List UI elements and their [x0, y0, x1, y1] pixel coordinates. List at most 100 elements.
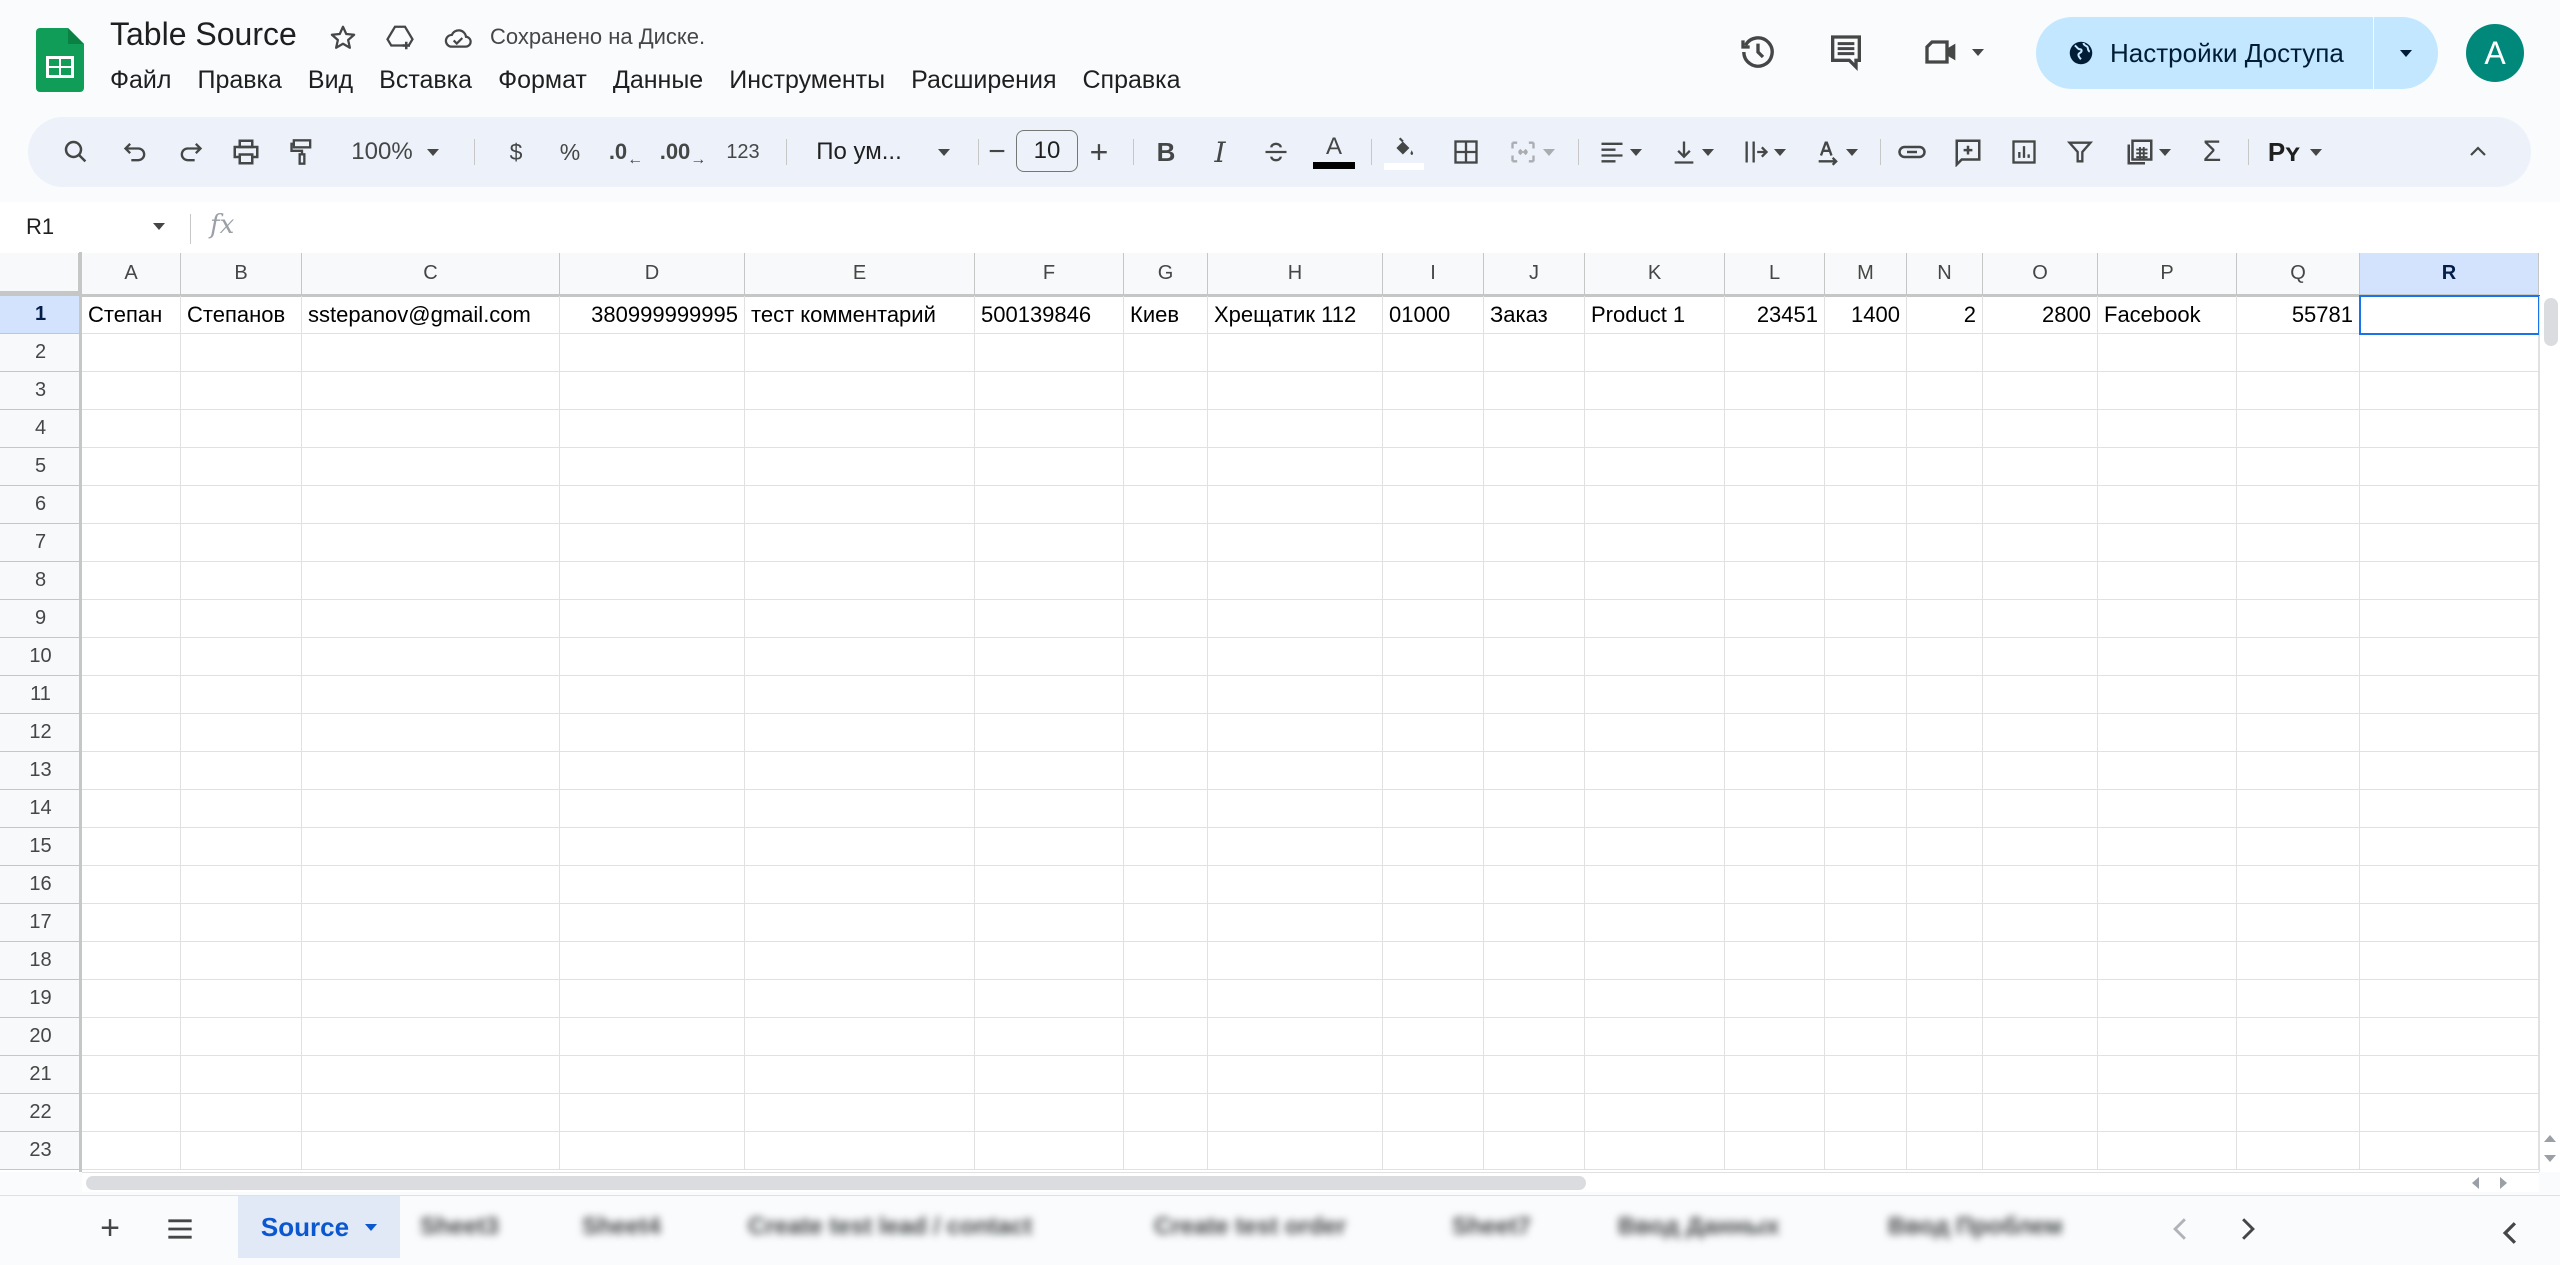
cell-a10[interactable] — [82, 638, 181, 676]
cell-a5[interactable] — [82, 448, 181, 486]
cell-d16[interactable] — [560, 866, 745, 904]
column-header-h[interactable]: H — [1208, 253, 1383, 295]
cell-k19[interactable] — [1585, 980, 1725, 1018]
cell-n4[interactable] — [1907, 410, 1983, 448]
cell-p21[interactable] — [2098, 1056, 2237, 1094]
cell-r4[interactable] — [2360, 410, 2539, 448]
cell-r13[interactable] — [2360, 752, 2539, 790]
cell-j4[interactable] — [1484, 410, 1585, 448]
row-header-12[interactable]: 12 — [0, 714, 82, 752]
cell-d7[interactable] — [560, 524, 745, 562]
cell-o16[interactable] — [1983, 866, 2098, 904]
cell-i11[interactable] — [1383, 676, 1484, 714]
cell-n2[interactable] — [1907, 334, 1983, 372]
cell-o12[interactable] — [1983, 714, 2098, 752]
cell-c19[interactable] — [302, 980, 560, 1018]
formula-input[interactable] — [250, 210, 2530, 244]
cell-f11[interactable] — [975, 676, 1124, 714]
cell-k4[interactable] — [1585, 410, 1725, 448]
cell-r6[interactable] — [2360, 486, 2539, 524]
cell-l17[interactable] — [1725, 904, 1825, 942]
row-header-21[interactable]: 21 — [0, 1056, 82, 1094]
cell-d15[interactable] — [560, 828, 745, 866]
cell-o13[interactable] — [1983, 752, 2098, 790]
cell-e9[interactable] — [745, 600, 975, 638]
cell-a21[interactable] — [82, 1056, 181, 1094]
column-header-j[interactable]: J — [1484, 253, 1585, 295]
cell-r14[interactable] — [2360, 790, 2539, 828]
menu-help[interactable]: Справка — [1070, 62, 1194, 98]
cell-h20[interactable] — [1208, 1018, 1383, 1056]
column-header-m[interactable]: M — [1825, 253, 1907, 295]
cell-a9[interactable] — [82, 600, 181, 638]
cell-p19[interactable] — [2098, 980, 2237, 1018]
row-header-11[interactable]: 11 — [0, 676, 82, 714]
cell-r8[interactable] — [2360, 562, 2539, 600]
cell-i1[interactable]: 01000 — [1383, 296, 1484, 334]
cell-m1[interactable]: 1400 — [1825, 296, 1907, 334]
cell-b3[interactable] — [181, 372, 302, 410]
cell-g12[interactable] — [1124, 714, 1208, 752]
cell-g6[interactable] — [1124, 486, 1208, 524]
cell-n16[interactable] — [1907, 866, 1983, 904]
cell-e13[interactable] — [745, 752, 975, 790]
cell-k16[interactable] — [1585, 866, 1725, 904]
cell-k18[interactable] — [1585, 942, 1725, 980]
cell-g4[interactable] — [1124, 410, 1208, 448]
cell-m14[interactable] — [1825, 790, 1907, 828]
cell-c13[interactable] — [302, 752, 560, 790]
star-icon[interactable] — [325, 20, 361, 56]
cell-p7[interactable] — [2098, 524, 2237, 562]
cell-i14[interactable] — [1383, 790, 1484, 828]
cell-e3[interactable] — [745, 372, 975, 410]
cell-d2[interactable] — [560, 334, 745, 372]
filter-icon[interactable] — [2060, 117, 2100, 187]
cell-c5[interactable] — [302, 448, 560, 486]
cell-h8[interactable] — [1208, 562, 1383, 600]
cell-n3[interactable] — [1907, 372, 1983, 410]
cell-n18[interactable] — [1907, 942, 1983, 980]
cell-a11[interactable] — [82, 676, 181, 714]
cell-d3[interactable] — [560, 372, 745, 410]
cell-g11[interactable] — [1124, 676, 1208, 714]
meet-button[interactable] — [1918, 30, 1988, 74]
cell-g23[interactable] — [1124, 1132, 1208, 1170]
cell-b22[interactable] — [181, 1094, 302, 1132]
account-avatar[interactable]: A — [2466, 24, 2524, 82]
cell-k10[interactable] — [1585, 638, 1725, 676]
cell-g16[interactable] — [1124, 866, 1208, 904]
row-header-16[interactable]: 16 — [0, 866, 82, 904]
cell-c23[interactable] — [302, 1132, 560, 1170]
cell-f1[interactable]: 500139846 — [975, 296, 1124, 334]
cell-q21[interactable] — [2237, 1056, 2360, 1094]
cell-i20[interactable] — [1383, 1018, 1484, 1056]
cell-g8[interactable] — [1124, 562, 1208, 600]
add-sheet-icon[interactable]: + — [90, 1196, 130, 1261]
cell-k22[interactable] — [1585, 1094, 1725, 1132]
save-status[interactable]: Сохранено на Диске. — [490, 24, 705, 50]
cell-p9[interactable] — [2098, 600, 2237, 638]
row-header-13[interactable]: 13 — [0, 752, 82, 790]
cell-h4[interactable] — [1208, 410, 1383, 448]
cell-f20[interactable] — [975, 1018, 1124, 1056]
row-header-2[interactable]: 2 — [0, 334, 82, 372]
cell-l12[interactable] — [1725, 714, 1825, 752]
cell-i23[interactable] — [1383, 1132, 1484, 1170]
cell-p13[interactable] — [2098, 752, 2237, 790]
cell-k14[interactable] — [1585, 790, 1725, 828]
cell-e15[interactable] — [745, 828, 975, 866]
cell-q15[interactable] — [2237, 828, 2360, 866]
cell-l9[interactable] — [1725, 600, 1825, 638]
cell-p1[interactable]: Facebook — [2098, 296, 2237, 334]
cell-d23[interactable] — [560, 1132, 745, 1170]
cell-n12[interactable] — [1907, 714, 1983, 752]
cell-i19[interactable] — [1383, 980, 1484, 1018]
menu-insert[interactable]: Вставка — [366, 62, 485, 98]
cell-e4[interactable] — [745, 410, 975, 448]
cell-m22[interactable] — [1825, 1094, 1907, 1132]
cell-c16[interactable] — [302, 866, 560, 904]
cell-d21[interactable] — [560, 1056, 745, 1094]
cell-n8[interactable] — [1907, 562, 1983, 600]
cell-a7[interactable] — [82, 524, 181, 562]
vertical-scrollbar[interactable] — [2539, 296, 2560, 1172]
